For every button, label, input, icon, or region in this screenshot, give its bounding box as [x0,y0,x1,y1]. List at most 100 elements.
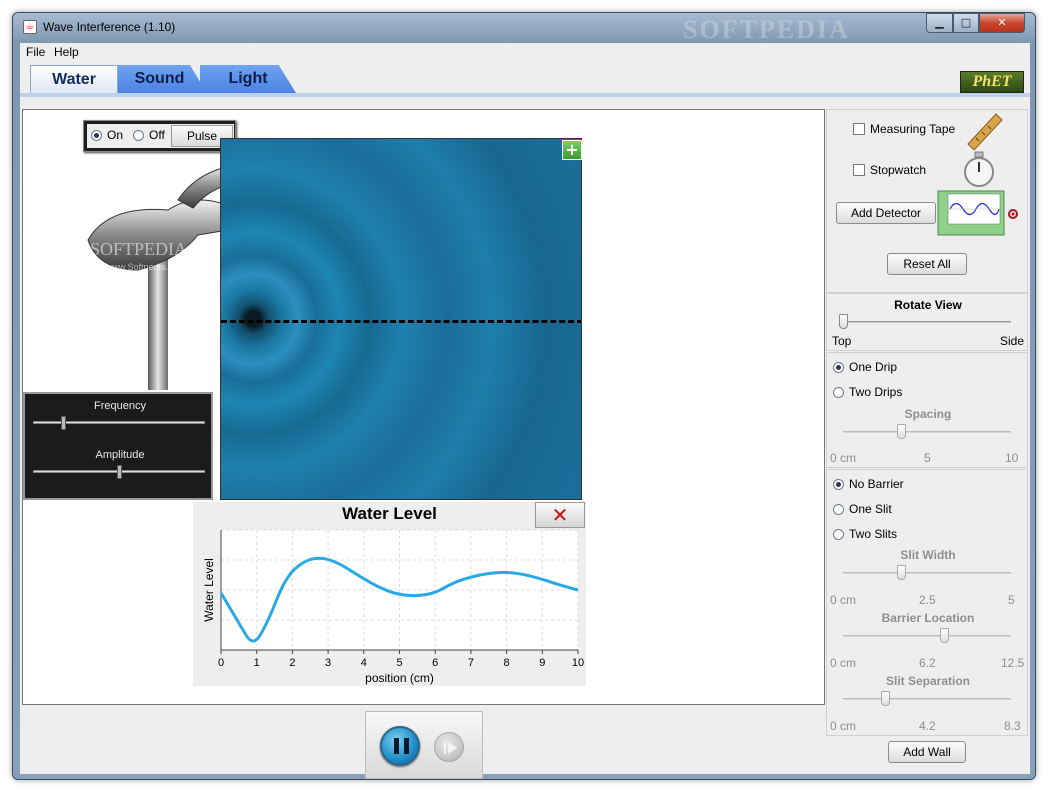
amplitude-label: Amplitude [95,449,145,461]
slit-width-mid: 2.5 [919,593,936,607]
y-axis-label: Water Level [202,558,216,622]
barrier-location-slider[interactable] [843,635,1011,637]
wave-pattern [221,139,581,499]
rotate-view-slider[interactable] [839,321,1011,323]
add-wall-button[interactable]: Add Wall [888,741,966,763]
playback-controls [365,711,483,779]
detector-gear-icon[interactable] [1006,207,1020,221]
x-tick-label: 3 [325,657,331,669]
tab-water[interactable]: Water [30,65,118,93]
wave-settings-panel: Frequency Amplitude [23,392,213,500]
x-tick-label: 7 [468,657,474,669]
tab-sound[interactable]: Sound [112,65,207,93]
playback-bar [22,705,825,779]
control-sidebar: Measuring Tape Stopwatch Add Detector Re… [826,109,1030,774]
stopwatch-label: Stopwatch [870,163,927,177]
x-tick-label: 0 [218,657,224,669]
spacing-slider[interactable] [843,431,1011,433]
phet-logo: PhET [960,71,1024,93]
menu-bar: File Help [20,43,1030,61]
one-slit-radio[interactable] [833,504,844,515]
spacing-slider-thumb[interactable] [897,424,907,439]
drips-section: One Drip Two Drips Spacing 0 cm 5 10 [826,352,1028,468]
x-tick-label: 9 [539,657,545,669]
slit-separation-slider[interactable] [843,698,1011,700]
spacing-label: Spacing [904,407,952,421]
spacing-max: 10 [1005,451,1019,465]
slit-separation-slider-thumb[interactable] [881,691,891,706]
x-tick-label: 8 [504,657,510,669]
frequency-slider[interactable] [33,421,205,424]
measuring-tape-label: Measuring Tape [870,122,956,136]
step-icon [444,742,457,754]
water-pool-view[interactable] [220,138,582,500]
slit-width-slider-thumb[interactable] [897,565,907,580]
on-label: On [107,128,124,142]
java-app-icon: ☕ [23,20,37,34]
slit-width-label: Slit Width [900,548,956,562]
one-drip-radio[interactable] [833,362,844,373]
slit-width-max: 5 [1008,593,1015,607]
water-level-chart: 0 1 2 3 4 5 6 7 8 9 10 position (cm) Water Level [202,529,584,685]
client-area: File Help Sound Light Water PhET SOFTPED… [20,43,1030,779]
simulation-canvas: SOFTPEDIA www.Softpedia.com On Off Pulse… [22,109,825,705]
x-tick-label: 10 [572,657,584,669]
step-button[interactable] [434,732,464,762]
slit-separation-label: Slit Separation [885,674,971,688]
menu-help[interactable]: Help [54,45,79,59]
tab-light[interactable]: Light [200,65,296,93]
x-tick-label: 4 [361,657,367,669]
faucet-watermark-url: www.Softpedia.com [105,262,185,272]
barrier-location-max: 12.5 [1001,656,1025,670]
zoom-plus-button[interactable]: + [562,140,582,160]
spacing-mid: 5 [924,451,931,465]
one-drip-label: One Drip [849,360,898,374]
two-drips-label: Two Drips [849,385,903,399]
frequency-slider-thumb[interactable] [61,416,67,430]
slit-width-slider[interactable] [843,572,1011,574]
pause-button[interactable] [380,726,420,766]
one-slit-label: One Slit [849,502,892,516]
two-drips-radio[interactable] [833,387,844,398]
slit-width-min: 0 cm [830,593,857,607]
x-tick-label: 2 [289,657,295,669]
x-tick-label: 5 [396,657,402,669]
reset-all-button[interactable]: Reset All [887,253,967,275]
rotate-view-slider-thumb[interactable] [839,314,848,329]
off-radio[interactable] [133,130,144,141]
two-slits-label: Two Slits [849,527,898,541]
x-axis-label: position (cm) [365,671,434,685]
detector-chart-icon [937,190,1005,236]
pause-icon-bar [404,738,409,754]
two-slits-radio[interactable] [833,529,844,540]
rotate-view-section: Rotate View Top Side [826,293,1028,351]
maximize-button[interactable]: □ [953,13,979,33]
close-window-button[interactable]: ✕ [979,13,1025,33]
barrier-location-label: Barrier Location [881,611,975,625]
measuring-tape-checkbox[interactable] [853,123,865,135]
water-level-graph-panel: Water Level ✕ 0 1 2 3 4 5 6 7 8 9 10 position (cm) W… [193,502,586,686]
stopwatch-checkbox[interactable] [853,164,865,176]
slit-separation-min: 0 cm [830,719,857,733]
minimize-button[interactable]: ▁ [926,13,953,33]
stopwatch-icon [964,151,994,187]
no-barrier-radio[interactable] [833,479,844,490]
tools-section: Measuring Tape Stopwatch Add Detector Re… [826,109,1028,293]
source-control-panel: On Off Pulse [83,120,236,152]
title-bar[interactable]: ☕ Wave Interference (1.10) SOFTPEDIA ▁ □… [13,13,1035,44]
slit-separation-mid: 4.2 [919,719,936,733]
on-radio[interactable] [91,130,102,141]
add-detector-button[interactable]: Add Detector [836,202,936,224]
barrier-section: No Barrier One Slit Two Slits Slit Width… [826,469,1028,736]
menu-file[interactable]: File [26,45,45,59]
amplitude-slider-thumb[interactable] [116,465,122,479]
x-tick-label: 1 [254,657,260,669]
tab-bar: Sound Light Water PhET [20,61,1030,97]
off-label: Off [149,128,165,142]
x-tick-label: 6 [432,657,438,669]
cross-section-line [221,320,581,323]
frequency-label: Frequency [94,400,146,412]
measuring-tape-icon [967,113,1003,150]
faucet-watermark: SOFTPEDIA [90,239,187,259]
barrier-location-slider-thumb[interactable] [939,628,949,643]
